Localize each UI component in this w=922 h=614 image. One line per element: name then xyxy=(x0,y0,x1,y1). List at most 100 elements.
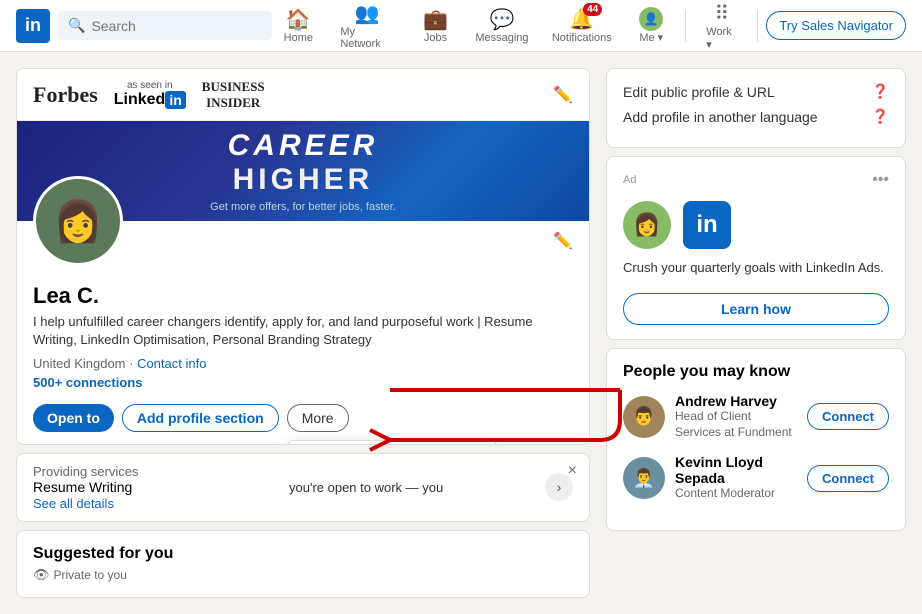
nav-home[interactable]: 🏠 Home xyxy=(272,0,324,52)
people-you-may-know-card: People you may know 👨 Andrew Harvey Head… xyxy=(606,348,906,531)
private-label: Private to you xyxy=(54,568,127,582)
nav-network-label: My Network xyxy=(340,26,393,50)
contact-info-link[interactable]: Contact info xyxy=(137,356,206,371)
open-to-work-text: you're open to work — you xyxy=(279,480,533,495)
pymk-name-2: Kevinn Lloyd Sepada xyxy=(675,454,797,486)
profile-info-area: 👩 ✏️ Lea C. I help unfulfilled career ch… xyxy=(17,221,589,443)
work-icon: ⠿ xyxy=(714,1,729,26)
pymk-title-1: Head of Client Services at Fundment xyxy=(675,409,797,440)
pymk-person-2: 👨‍💼 Kevinn Lloyd Sepada Content Moderato… xyxy=(623,454,889,502)
pymk-name-1: Andrew Harvey xyxy=(675,393,797,409)
home-icon: 🏠 xyxy=(286,7,311,32)
nav-work-label: Work ▾ xyxy=(706,26,737,51)
pymk-title-2: Content Moderator xyxy=(675,486,797,502)
media-strip: Forbes as seen in Linked in BUSINESS INS… xyxy=(17,69,589,121)
main-layout: Forbes as seen in Linked in BUSINESS INS… xyxy=(0,68,922,598)
banner-career: CAREER xyxy=(210,129,396,163)
nav-work[interactable]: ⠿ Work ▾ xyxy=(694,0,749,52)
ad-text: Crush your quarterly goals with LinkedIn… xyxy=(623,259,889,277)
nav-my-network[interactable]: 👥 My Network xyxy=(328,0,405,52)
nav-notifications-label: Notifications xyxy=(552,32,612,44)
profile-edit-pencil[interactable]: ✏️ xyxy=(553,231,573,251)
pymk-info-2: Kevinn Lloyd Sepada Content Moderator xyxy=(675,454,797,502)
profile-card: Forbes as seen in Linked in BUSINESS INS… xyxy=(16,68,590,445)
edit-profile-url-link[interactable]: Edit public profile & URL ❓ xyxy=(623,83,889,100)
profile-avatar: 👩 xyxy=(33,176,123,266)
nav-notifications[interactable]: 🔔 44 Notifications xyxy=(542,0,621,52)
add-profile-section-button[interactable]: Add profile section xyxy=(122,404,279,432)
learn-how-button[interactable]: Learn how xyxy=(623,293,889,325)
messaging-icon: 💬 xyxy=(489,7,514,32)
try-sales-button[interactable]: Try Sales Navigator xyxy=(766,11,906,40)
nav-jobs[interactable]: 💼 Jobs xyxy=(410,0,462,52)
services-content: Providing services Resume Writing See al… xyxy=(33,464,267,511)
media-edit-icon[interactable]: ✏️ xyxy=(553,85,573,105)
help-icon-edit: ❓ xyxy=(872,83,889,100)
edit-profile-url-text: Edit public profile & URL xyxy=(623,84,775,100)
ad-label: Ad xyxy=(623,174,636,186)
suggested-title: Suggested for you xyxy=(33,545,573,563)
left-column: Forbes as seen in Linked in BUSINESS INS… xyxy=(16,68,590,598)
ad-options-icon[interactable]: ••• xyxy=(872,171,889,189)
eye-icon: 👁 xyxy=(33,567,50,583)
open-to-work-banner: Providing services Resume Writing See al… xyxy=(16,453,590,522)
business-insider-logo: BUSINESS INSIDER xyxy=(202,79,265,110)
nav-me[interactable]: 👤 Me ▾ xyxy=(625,0,677,52)
suggested-card: Suggested for you 👁 Private to you xyxy=(16,530,590,598)
open-to-button[interactable]: Open to xyxy=(33,404,114,432)
me-avatar: 👤 xyxy=(639,7,663,31)
linkedin-text: Linked xyxy=(114,91,166,109)
ad-card: Ad ••• 👩 in Crush your quarterly goals w… xyxy=(606,156,906,340)
add-language-text: Add profile in another language xyxy=(623,109,818,125)
network-icon: 👥 xyxy=(354,1,379,26)
navbar: in 🔍 🏠 Home 👥 My Network 💼 Jobs 💬 Messag… xyxy=(0,0,922,52)
linkedin-as-seen: as seen in Linked in xyxy=(114,80,186,109)
nav-messaging-label: Messaging xyxy=(475,32,528,44)
banner-higher: HIGHER xyxy=(210,163,396,197)
pymk-person-1: 👨 Andrew Harvey Head of Client Services … xyxy=(623,393,889,440)
profile-location: United Kingdom · Contact info xyxy=(33,356,573,371)
see-all-details-link[interactable]: See all details xyxy=(33,496,114,511)
banner-tagline: Get more offers, for better jobs, faster… xyxy=(210,201,396,213)
add-language-link[interactable]: Add profile in another language ❓ xyxy=(623,108,889,125)
search-bar[interactable]: 🔍 xyxy=(58,11,272,40)
banner-text: CAREER HIGHER Get more offers, for bette… xyxy=(210,129,396,213)
nav-messaging[interactable]: 💬 Messaging xyxy=(466,0,539,52)
right-column: Edit public profile & URL ❓ Add profile … xyxy=(606,68,906,598)
nav-divider-2 xyxy=(757,10,758,42)
forbes-logo: Forbes xyxy=(33,82,98,108)
banner-close-button[interactable]: × xyxy=(568,462,577,480)
linkedin-in-logo: in xyxy=(165,91,185,109)
jobs-icon: 💼 xyxy=(423,7,448,32)
more-button[interactable]: More xyxy=(287,404,349,432)
more-dropdown-wrapper: More ↩️ Share profile in a message ⬇️ Sa… xyxy=(287,404,349,432)
suggested-private: 👁 Private to you xyxy=(33,567,573,583)
pymk-title: People you may know xyxy=(623,363,889,381)
nav-divider xyxy=(685,10,686,42)
dropdown-menu: ↩️ Share profile in a message ⬇️ Save to… xyxy=(287,440,497,445)
search-input[interactable] xyxy=(91,18,262,34)
nav-home-label: Home xyxy=(284,32,313,44)
nav-items: 🏠 Home 👥 My Network 💼 Jobs 💬 Messaging 🔔… xyxy=(272,0,906,52)
connections-link[interactable]: 500+ connections xyxy=(33,375,573,390)
help-icon-language: ❓ xyxy=(872,108,889,125)
profile-name: Lea C. xyxy=(33,283,573,309)
profile-actions: Open to Add profile section More ↩️ Shar… xyxy=(33,404,573,432)
profile-url-card: Edit public profile & URL ❓ Add profile … xyxy=(606,68,906,148)
services-name: Resume Writing xyxy=(33,479,267,495)
linkedin-logo: in xyxy=(16,9,50,43)
profile-headline: I help unfulfilled career changers ident… xyxy=(33,313,573,349)
ad-linkedin-logo: in xyxy=(683,201,731,249)
nav-me-label: Me ▾ xyxy=(639,31,663,44)
ad-header: Ad ••• xyxy=(623,171,889,189)
services-title: Providing services xyxy=(33,464,267,479)
avatar-image: 👩 xyxy=(53,198,103,245)
notifications-badge: 44 xyxy=(583,3,602,16)
notifications-icon: 🔔 44 xyxy=(569,7,594,32)
search-icon: 🔍 xyxy=(68,17,85,34)
connect-button-1[interactable]: Connect xyxy=(807,403,889,430)
pymk-avatar-2: 👨‍💼 xyxy=(623,457,665,499)
ad-content: 👩 in xyxy=(623,201,889,249)
nav-jobs-label: Jobs xyxy=(424,32,447,44)
connect-button-2[interactable]: Connect xyxy=(807,465,889,492)
